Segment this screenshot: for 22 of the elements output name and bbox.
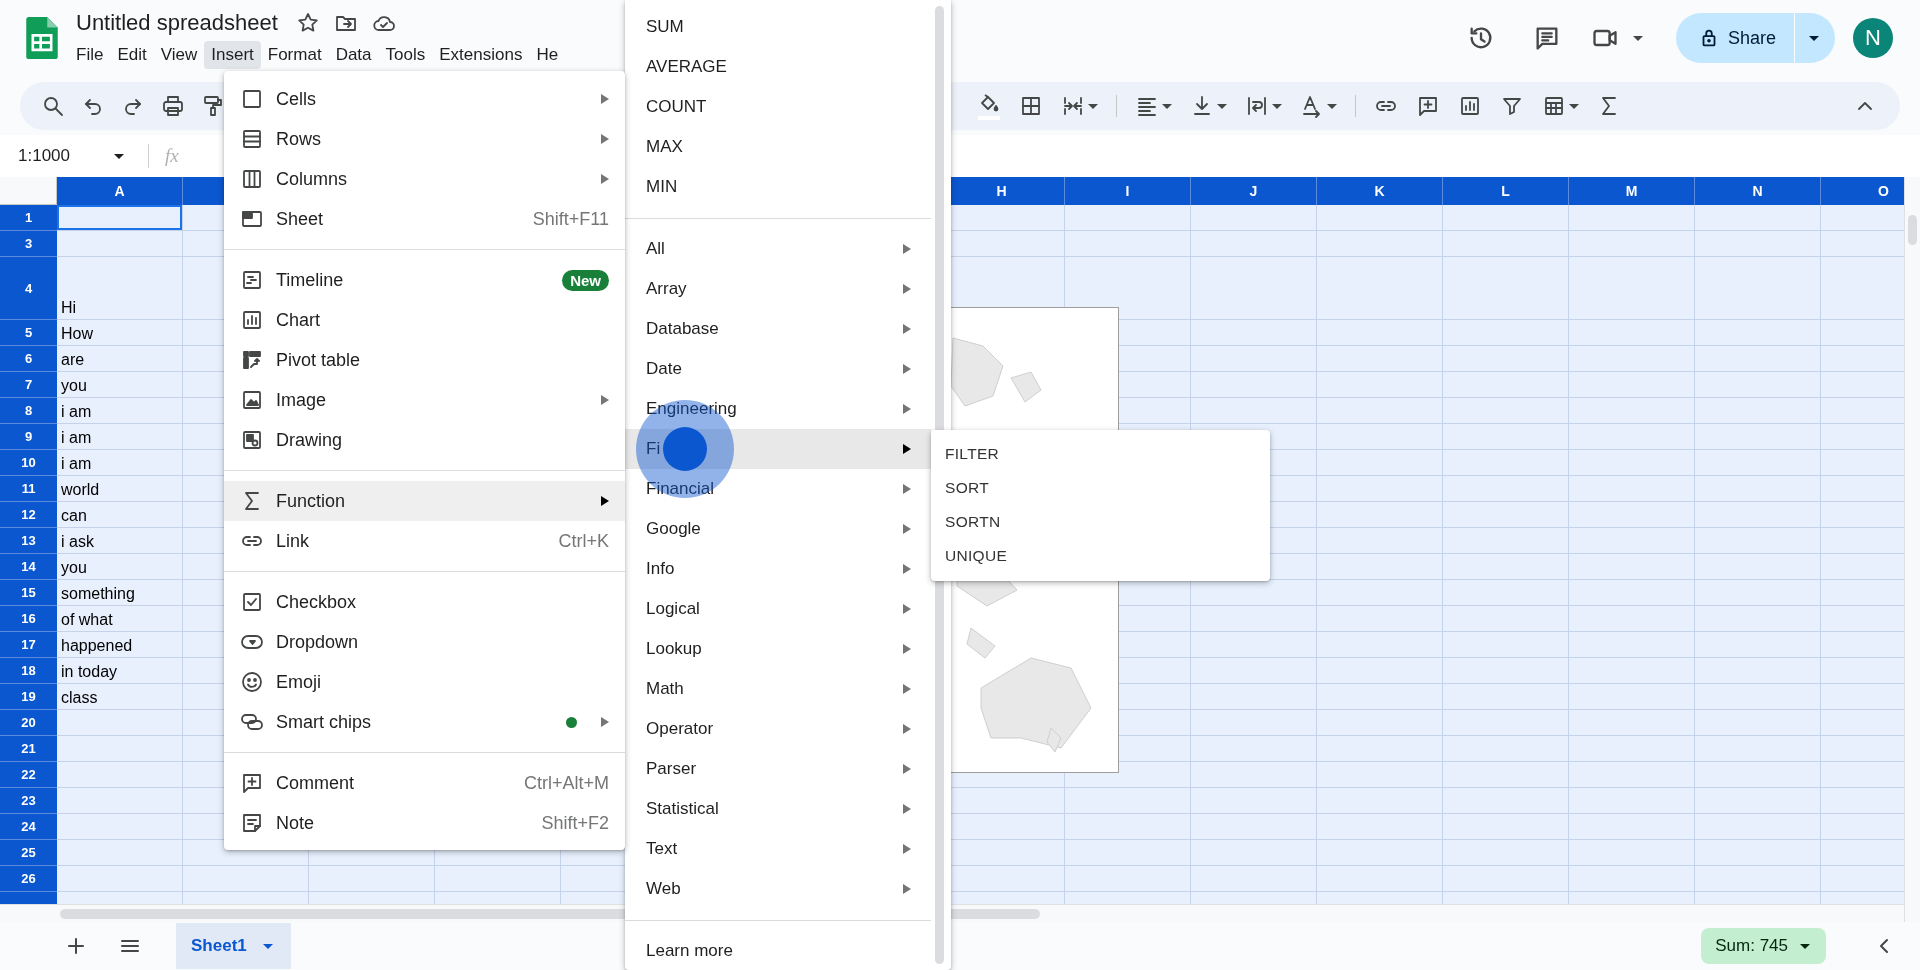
shortcut-label: Shift+F11 [532,208,609,230]
table-cell: you [57,372,183,398]
table-cell: happened [57,632,183,658]
table-cell: of what [57,606,183,632]
table-cell: world [57,476,183,502]
shortcut-label: Ctrl+Alt+M [523,772,609,794]
table-cell: How [57,320,183,346]
table-cell: something [57,580,183,606]
table-cell: are [57,346,183,372]
table-cell: i am [57,450,183,476]
table-cell: i ask [57,528,183,554]
new-badge: New [562,269,609,291]
formula-label: fx [165,145,179,167]
table-cell: Hi [57,257,183,320]
table-cell: i am [57,424,183,450]
shortcut-label: Ctrl+K [558,530,609,552]
shortcut-label: Shift+F2 [541,812,609,834]
table-cell: you [57,554,183,580]
table-cell: can [57,502,183,528]
table-cell: in today [57,658,183,684]
table-cell: i am [57,398,183,424]
table-cell: class [57,684,183,710]
